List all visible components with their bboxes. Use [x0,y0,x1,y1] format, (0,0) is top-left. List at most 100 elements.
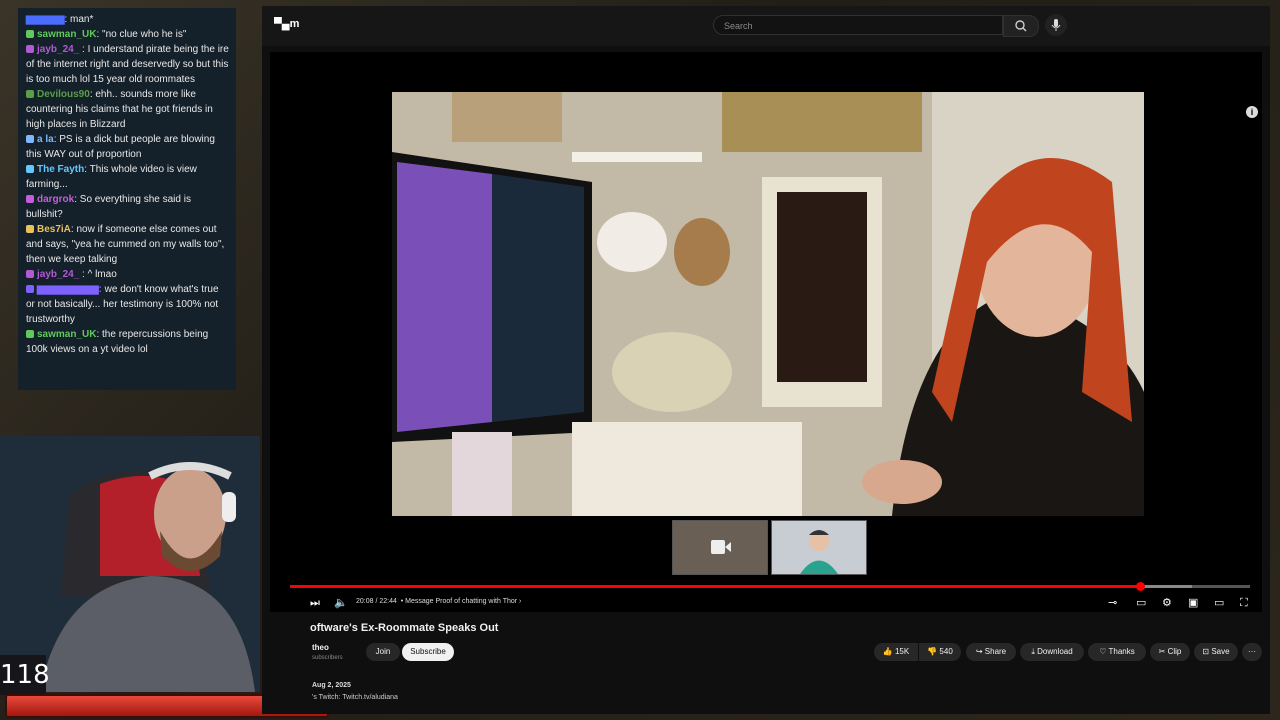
video-title: oftware's Ex-Roommate Speaks Out [310,622,499,634]
chat-username[interactable]: sawman_UK [37,329,96,340]
time-display: 20:08 / 22:44 • Message Proof of chattin… [356,598,522,605]
info-icon[interactable]: i [1246,106,1258,118]
video-progress-bar[interactable] [290,582,1250,591]
time-text: 20:08 / 22:44 [356,598,397,605]
share-label: Share [984,647,1007,656]
chat-username[interactable]: The Fayth [37,164,84,175]
chat-message: ▆▆▆▆▆: man* [26,14,94,25]
chat-badge-icon [26,45,34,53]
thumbs-down-icon: 👎 [927,647,938,656]
chat-username[interactable]: Devilous90 [37,89,90,100]
chat-message: jayb_24_ : I understand pirate being the… [18,42,236,87]
search-icon [1015,20,1027,32]
chat-username[interactable]: Bes7iA [37,224,71,235]
youtube-topbar: ▀▄m Search [262,6,1270,46]
chat-message: sawman_UK: "no clue who he is" [18,27,236,42]
camera-off-icon [711,540,731,554]
player-controls: ⏭ 🔈 20:08 / 22:44 • Message Proof of cha… [270,592,1262,614]
subscribe-button[interactable]: Subscribe [402,643,454,661]
chat-text: man* [70,14,94,25]
chat-badge-icon [26,135,34,143]
chat-username[interactable]: sawman_UK [37,29,96,40]
chat-badge-icon [26,90,34,98]
chat-username[interactable]: jayb_24_ [37,44,79,55]
counter-display: 118 [0,655,50,695]
channel-name[interactable]: theo [312,643,329,652]
webcam-feed [0,436,260,692]
description-text[interactable]: 's Twitch: Twitch.tv/aludiana [312,694,398,701]
volume-icon[interactable]: 🔈 [334,596,348,610]
chat-badge-icon [26,330,34,338]
clip-button[interactable]: ✂ Clip [1150,643,1190,661]
thumbs-up-icon: 👍 [882,647,893,656]
search-input[interactable]: Search [713,15,1003,35]
download-icon: ⤓ [1031,647,1035,656]
search-button[interactable] [1003,15,1039,37]
chat-badge-icon [26,225,34,233]
chat-badge-icon [26,195,34,203]
chat-username: ▆▆▆▆▆ [26,14,65,25]
fullscreen-icon[interactable]: ⛶ [1240,596,1248,610]
chat-badge-icon [26,270,34,278]
avatar [800,530,838,574]
captions-icon[interactable]: ▭ [1136,596,1146,610]
chat-message: sawman_UK: the repercussions being 100k … [18,327,236,357]
next-icon[interactable]: ⏭ [310,596,320,610]
youtube-window: ▀▄m Search i ⏭ 🔈 20:08 / 22:44 • Message… [262,6,1270,714]
video-frame[interactable] [392,92,1144,516]
clip-label: Clip [1167,647,1182,656]
dislike-count: 540 [939,647,953,656]
chat-username[interactable]: a la [37,134,54,145]
chat-text: ^ lmao [87,269,117,280]
participant-tile-avatar[interactable] [771,520,867,575]
like-button[interactable]: 👍 15K [874,643,918,661]
chat-badge-icon [26,30,34,38]
mic-button[interactable] [1045,14,1067,36]
thanks-icon: ♡ [1099,647,1107,656]
share-button[interactable]: ↪ Share [966,643,1016,661]
subscriber-count: subscribers [312,655,343,661]
video-player[interactable]: i ⏭ 🔈 20:08 / 22:44 • Message Proof of c… [270,52,1262,612]
chat-message: Devilous90: ehh.. sounds more like count… [18,87,236,132]
chat-separator: : [79,44,88,55]
theater-icon[interactable]: ▭ [1214,596,1224,610]
chat-message: dargrok: So everything she said is bulls… [18,192,236,222]
youtube-logo[interactable]: ▀▄m [274,18,299,30]
like-count: 15K [894,647,910,656]
chat-username-redacted: ▆▆▆▆▆▆▆▆: [37,284,105,295]
bookmark-icon: ⊡ [1202,647,1210,656]
played-bar [290,585,1140,588]
dislike-button[interactable]: 👎 540 [919,643,961,661]
join-button[interactable]: Join [366,643,400,661]
chat-message: jayb_24_ : ^ lmao [18,267,236,282]
chat-message: ▆▆▆▆▆▆▆▆: we don't know what's true or n… [18,282,236,327]
miniplayer-icon[interactable]: ▣ [1188,596,1198,610]
share-icon: ↪ [975,647,983,656]
chat-username[interactable]: dargrok [37,194,74,205]
thanks-button[interactable]: ♡ Thanks [1088,643,1146,661]
save-label: Save [1211,647,1230,656]
chapter-text[interactable]: • Message Proof of chatting with Thor [401,598,517,605]
thanks-label: Thanks [1108,647,1135,656]
participant-tile-camera[interactable] [672,520,768,575]
save-button[interactable]: ⊡ Save [1194,643,1238,661]
chat-username[interactable]: jayb_24_ [37,269,79,280]
chat-message: Bes7iA: now if someone else comes out an… [18,222,236,267]
settings-icon[interactable]: ⚙ [1162,596,1172,610]
download-button[interactable]: ⤓ Download [1020,643,1084,661]
chat-separator: : [79,269,88,280]
chat-message: The Fayth: This whole video is view farm… [18,162,236,192]
description-date: Aug 2, 2025 [312,682,351,689]
autoplay-toggle[interactable]: ⊸ [1108,596,1117,610]
chat-text: "no clue who he is" [102,29,187,40]
more-button[interactable]: ··· [1242,643,1262,661]
video-scene [392,92,1144,516]
download-label: Download [1037,647,1073,656]
chat-badge-icon [26,285,34,293]
chat-message: a la: PS is a dick but people are blowin… [18,132,236,162]
chat-badge-icon [26,165,34,173]
mic-icon [1051,19,1061,31]
chat-panel: ▆▆▆▆▆: man* sawman_UK: "no clue who he i… [18,8,236,390]
scissors-icon: ✂ [1158,647,1166,656]
scrubber-handle[interactable] [1135,582,1145,591]
